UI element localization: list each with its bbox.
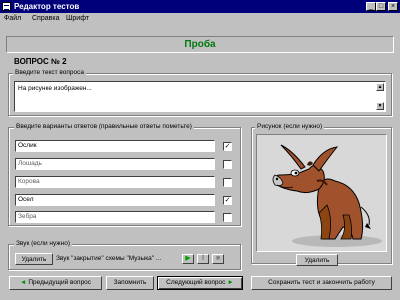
menu-font[interactable]: Шрифт: [66, 13, 89, 24]
answer-check-3[interactable]: [223, 178, 232, 187]
answer-check-5[interactable]: [223, 213, 232, 222]
stop-icon[interactable]: ■: [212, 254, 224, 264]
answers-group-label: Введите варианты ответов (правильные отв…: [14, 123, 194, 131]
question-heading: ВОПРОС № 2: [14, 57, 67, 66]
close-button[interactable]: ×: [388, 2, 398, 11]
picture-frame: [256, 134, 387, 252]
menu-bar: Файл Справка Шрифт: [0, 13, 400, 24]
question-text: На рисунке изображен...: [18, 85, 92, 92]
menu-help[interactable]: Справка: [32, 13, 59, 24]
pause-icon[interactable]: ‖: [197, 254, 209, 264]
maximize-button[interactable]: □: [376, 2, 386, 11]
delete-picture-button[interactable]: Удалить: [296, 254, 338, 266]
question-group-label: Введите текст вопроса: [13, 69, 87, 77]
sound-group-label: Звук (если нужно): [14, 240, 73, 248]
answer-field-4[interactable]: Осел: [15, 194, 215, 206]
prev-arrow-icon: ◄: [19, 279, 27, 286]
remember-button[interactable]: Запомнить: [106, 276, 154, 290]
picture-group-label: Рисунок (если нужно): [255, 123, 325, 131]
sound-description: Звук "закрытие" схемы "Музыка" ...: [56, 255, 162, 262]
scroll-up-icon[interactable]: ▲: [376, 83, 384, 91]
question-textarea[interactable]: На рисунке изображен... ▲ ▼: [14, 81, 386, 112]
test-title: Проба: [6, 36, 394, 53]
previous-question-label: Предыдущий вопрос: [28, 279, 92, 286]
answer-field-1[interactable]: Ослик: [15, 140, 215, 152]
delete-sound-button[interactable]: Удалить: [15, 253, 53, 265]
next-question-button[interactable]: Следующий вопрос ►: [157, 276, 243, 290]
previous-question-button[interactable]: ◄ Предыдущий вопрос: [9, 276, 102, 290]
next-arrow-icon: ►: [227, 279, 234, 286]
window-title: Редактор тестов: [14, 2, 80, 11]
minimize-button[interactable]: _: [366, 2, 376, 11]
donkey-illustration: [272, 144, 382, 247]
answer-field-2[interactable]: Лошадь: [15, 158, 215, 170]
answer-field-3[interactable]: Корова: [15, 176, 215, 188]
answer-check-2[interactable]: [223, 160, 232, 169]
scroll-down-icon[interactable]: ▼: [376, 102, 384, 110]
answer-check-4[interactable]: ✓: [223, 196, 232, 205]
play-icon[interactable]: ▶: [182, 254, 194, 264]
answer-check-1[interactable]: ✓: [223, 142, 232, 151]
menu-file[interactable]: Файл: [4, 13, 21, 24]
next-question-label: Следующий вопрос: [166, 279, 226, 286]
save-and-exit-button[interactable]: Сохранить тест и закончить работу: [251, 276, 392, 290]
title-bar: Редактор тестов _ □ ×: [0, 0, 400, 13]
answer-field-5[interactable]: Зебра: [15, 211, 215, 223]
app-icon: [2, 2, 11, 11]
